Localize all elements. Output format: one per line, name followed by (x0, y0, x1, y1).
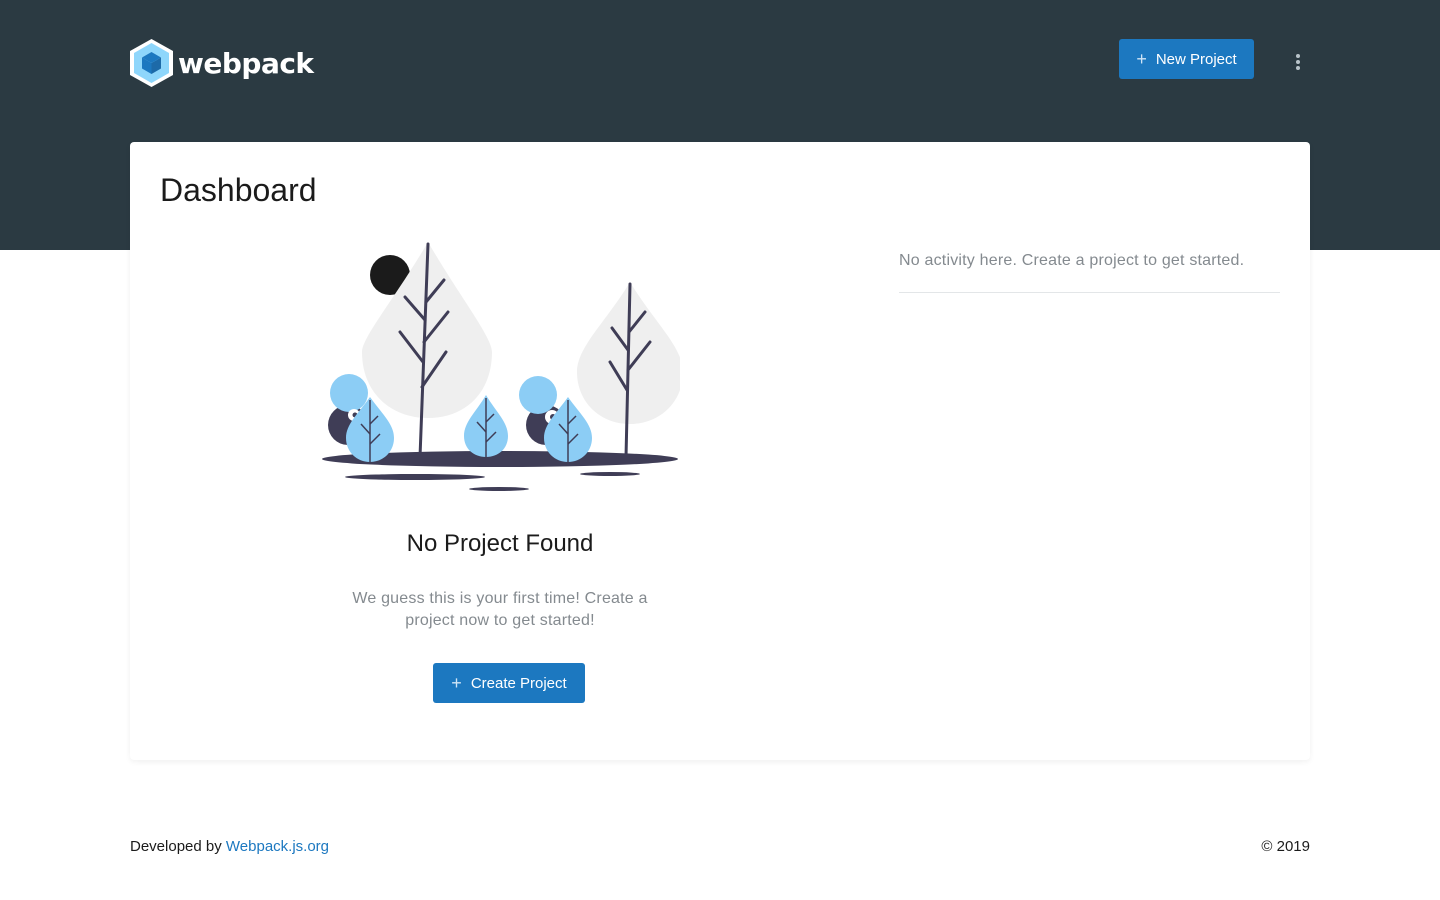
footer-developed-by: Developed by (130, 838, 222, 855)
activity-feed: No activity here. Create a project to ge… (899, 250, 1280, 293)
page-title: Dashboard (160, 172, 317, 208)
more-vertical-icon[interactable] (1288, 52, 1308, 72)
footer-copyright: © 2019 (1261, 838, 1310, 855)
new-project-button[interactable]: + New Project (1119, 39, 1254, 79)
empty-state: No Project Found We guess this is your f… (300, 242, 700, 703)
plus-icon: + (1136, 49, 1147, 69)
empty-state-description: We guess this is your first time! Create… (352, 590, 648, 629)
empty-forest-illustration (322, 242, 680, 491)
create-project-label: Create Project (470, 674, 567, 692)
brand-name: webpack (178, 46, 314, 80)
create-project-button[interactable]: + Create Project (433, 663, 585, 703)
empty-state-title: No Project Found (406, 530, 594, 557)
footer-credit: Developed by Webpack.js.org (130, 838, 329, 855)
footer-webpack-link[interactable]: Webpack.js.org (226, 838, 329, 855)
brand-logo[interactable]: webpack (130, 39, 314, 87)
plus-icon: + (451, 673, 462, 693)
webpack-cube-icon (130, 39, 173, 87)
dashboard-card: Dashboard No Project Found We guess this… (130, 142, 1310, 760)
new-project-label: New Project (1155, 50, 1237, 68)
activity-empty-text: No activity here. Create a project to ge… (899, 252, 1245, 269)
